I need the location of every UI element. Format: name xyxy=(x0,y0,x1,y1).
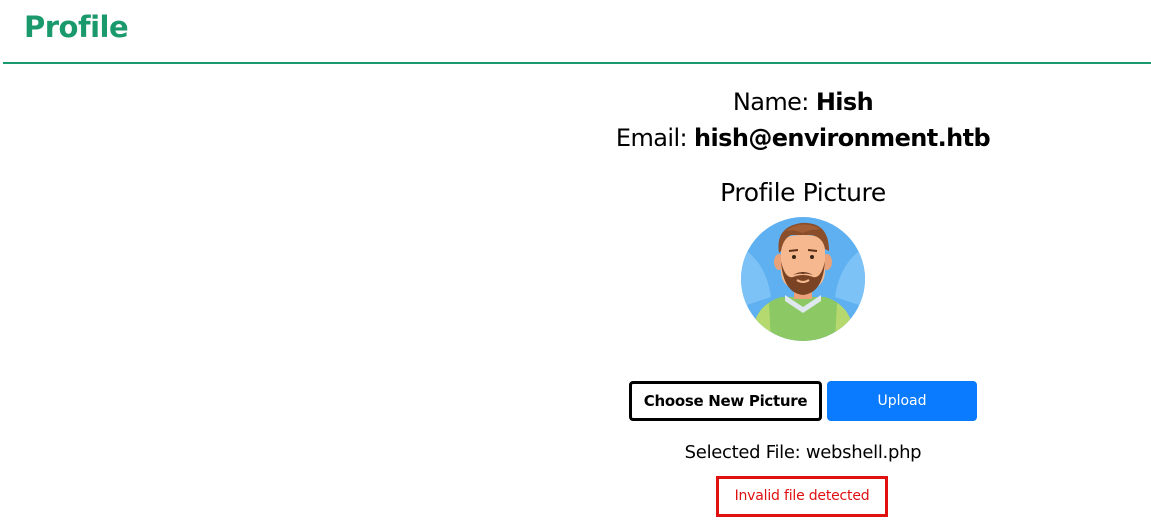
selected-file-label: Selected File: xyxy=(684,442,801,463)
man-avatar-icon xyxy=(741,217,865,341)
selected-file-name: webshell.php xyxy=(805,442,922,463)
name-line: Name: Hish xyxy=(453,84,1151,120)
profile-section: Name: Hish Email: hish@environment.htb P… xyxy=(453,64,1151,517)
upload-button[interactable]: Upload xyxy=(827,381,977,421)
email-line: Email: hish@environment.htb xyxy=(453,120,1151,156)
selected-file-status: Selected File: webshell.php xyxy=(453,442,1151,463)
name-value: Hish xyxy=(815,88,874,116)
email-label: Email: xyxy=(615,124,688,152)
email-value: hish@environment.htb xyxy=(694,124,991,152)
error-message: Invalid file detected xyxy=(716,476,888,517)
profile-picture-heading: Profile Picture xyxy=(720,178,886,207)
choose-new-picture-button[interactable]: Choose New Picture xyxy=(629,381,822,421)
page-title: Profile xyxy=(24,10,129,44)
name-label: Name: xyxy=(732,88,810,116)
picture-actions: Choose New Picture Upload xyxy=(629,381,979,421)
page-header: Profile xyxy=(3,0,1151,64)
